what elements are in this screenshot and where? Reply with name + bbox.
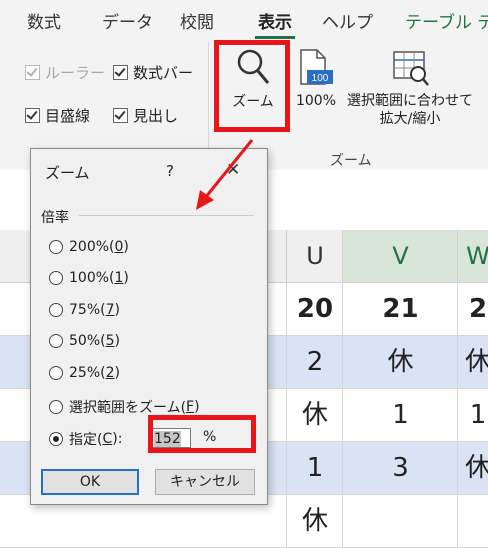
checkbox-checked-icon: [113, 108, 128, 123]
radio-fit-selection[interactable]: 選択範囲をズーム(F): [49, 397, 200, 417]
radio-suffix: ): [123, 239, 129, 255]
radio-suffix: ): [114, 365, 120, 381]
zoom-to-selection-icon: [393, 51, 429, 86]
radio-icon: [49, 334, 63, 348]
zoom-100-label: 100%: [295, 93, 337, 109]
radio-suffix: ): [114, 333, 120, 349]
radio-icon: [49, 366, 63, 380]
cell[interactable]: 休: [457, 336, 488, 388]
zoom-button-highlight: [214, 40, 290, 132]
cell[interactable]: [457, 495, 488, 547]
zoom-to-selection-label-line1: 選択範囲に合わせて: [347, 93, 473, 109]
radio-75[interactable]: 75%(7): [49, 302, 120, 318]
radio-custom[interactable]: 指定(C):: [49, 429, 122, 449]
radio-suffix: ): [114, 302, 120, 318]
radio-label: 50%(: [69, 333, 106, 349]
radio-icon: [49, 303, 63, 317]
headings-checkbox[interactable]: 見出し: [113, 105, 178, 126]
zoom-100-icon: 100: [300, 49, 333, 85]
tab-review[interactable]: 校閲: [180, 8, 214, 33]
radio-accelerator: 2: [105, 365, 115, 381]
radio-50[interactable]: 50%(5): [49, 333, 120, 349]
cancel-button[interactable]: キャンセル: [155, 469, 255, 495]
radio-label: 選択範囲をズーム(: [69, 400, 187, 416]
tab-help[interactable]: ヘルプ: [322, 8, 373, 33]
radio-label: 指定(: [69, 432, 103, 448]
cell[interactable]: 20: [286, 283, 343, 335]
radio-suffix: ): [123, 270, 129, 286]
cell[interactable]: 休: [286, 389, 343, 441]
zoom-to-selection-label-line2: 拡大/縮小: [379, 111, 441, 127]
magnification-section-label: 倍率: [41, 210, 69, 226]
radio-label: 100%(: [69, 270, 115, 286]
gridlines-checkbox[interactable]: 目盛線: [25, 105, 90, 126]
cell[interactable]: 2: [457, 283, 488, 335]
tab-table-design[interactable]: テーブル デ: [405, 8, 488, 33]
radio-accelerator: 1: [114, 270, 124, 286]
zoom-100-button[interactable]: 100 100%: [294, 48, 338, 110]
ok-button[interactable]: OK: [41, 469, 139, 495]
column-header-u[interactable]: U: [286, 230, 343, 282]
section-divider: [79, 215, 254, 216]
cell[interactable]: [342, 495, 458, 547]
cell[interactable]: 1: [286, 442, 343, 494]
cell[interactable]: 21: [342, 283, 458, 335]
custom-zoom-highlight: [148, 415, 256, 453]
dialog-title: ズーム: [45, 164, 90, 182]
ribbon-tabs: 数式 データ 校閲 表示 ヘルプ テーブル デ: [0, 0, 488, 40]
radio-icon: [49, 240, 63, 254]
ruler-label: ルーラー: [45, 64, 106, 82]
checkbox-checked-icon: [25, 65, 40, 80]
radio-100[interactable]: 100%(1): [49, 270, 129, 286]
radio-label: 75%(: [69, 302, 106, 318]
formula-bar-checkbox[interactable]: 数式バー: [113, 62, 193, 83]
help-icon[interactable]: ?: [166, 162, 174, 180]
zoom-100-icon-text: 100: [312, 73, 329, 84]
cell[interactable]: 休: [342, 336, 458, 388]
radio-checked-icon: [49, 432, 63, 446]
column-header-w[interactable]: W: [457, 230, 488, 282]
radio-icon: [49, 400, 63, 414]
gridlines-label: 目盛線: [45, 107, 91, 125]
tab-view[interactable]: 表示: [258, 8, 292, 33]
checkbox-checked-icon: [113, 65, 128, 80]
group-separator: [208, 42, 209, 160]
radio-accelerator: C: [102, 431, 113, 447]
tab-formulas[interactable]: 数式: [27, 8, 61, 33]
radio-200[interactable]: 200%(0): [49, 239, 129, 255]
radio-label: 25%(: [69, 365, 106, 381]
radio-icon: [49, 271, 63, 285]
cell[interactable]: 3: [342, 442, 458, 494]
close-icon[interactable]: ✕: [226, 160, 240, 180]
tab-data[interactable]: データ: [102, 8, 153, 33]
formula-bar-label: 数式バー: [133, 64, 194, 82]
radio-accelerator: 5: [105, 333, 115, 349]
zoom-group-label: ズーム: [330, 153, 372, 169]
cell[interactable]: 1: [342, 389, 458, 441]
radio-25[interactable]: 25%(2): [49, 365, 120, 381]
cell[interactable]: 休: [457, 442, 488, 494]
radio-accelerator: F: [186, 399, 195, 415]
ruler-checkbox[interactable]: ルーラー: [25, 62, 105, 83]
headings-label: 見出し: [133, 107, 179, 125]
radio-accelerator: 0: [114, 239, 124, 255]
cell[interactable]: 2: [286, 336, 343, 388]
zoom-to-selection-button[interactable]: 選択範囲に合わせて 拡大/縮小: [340, 48, 480, 128]
active-tab-indicator: [255, 36, 295, 39]
column-header-v[interactable]: V: [342, 230, 458, 282]
cell[interactable]: 休: [286, 495, 343, 547]
cell[interactable]: 1: [457, 389, 488, 441]
checkbox-checked-icon: [25, 108, 40, 123]
radio-label: 200%(: [69, 239, 115, 255]
radio-accelerator: 7: [105, 302, 115, 318]
radio-suffix: ): [194, 399, 200, 415]
radio-suffix: ):: [112, 431, 123, 447]
